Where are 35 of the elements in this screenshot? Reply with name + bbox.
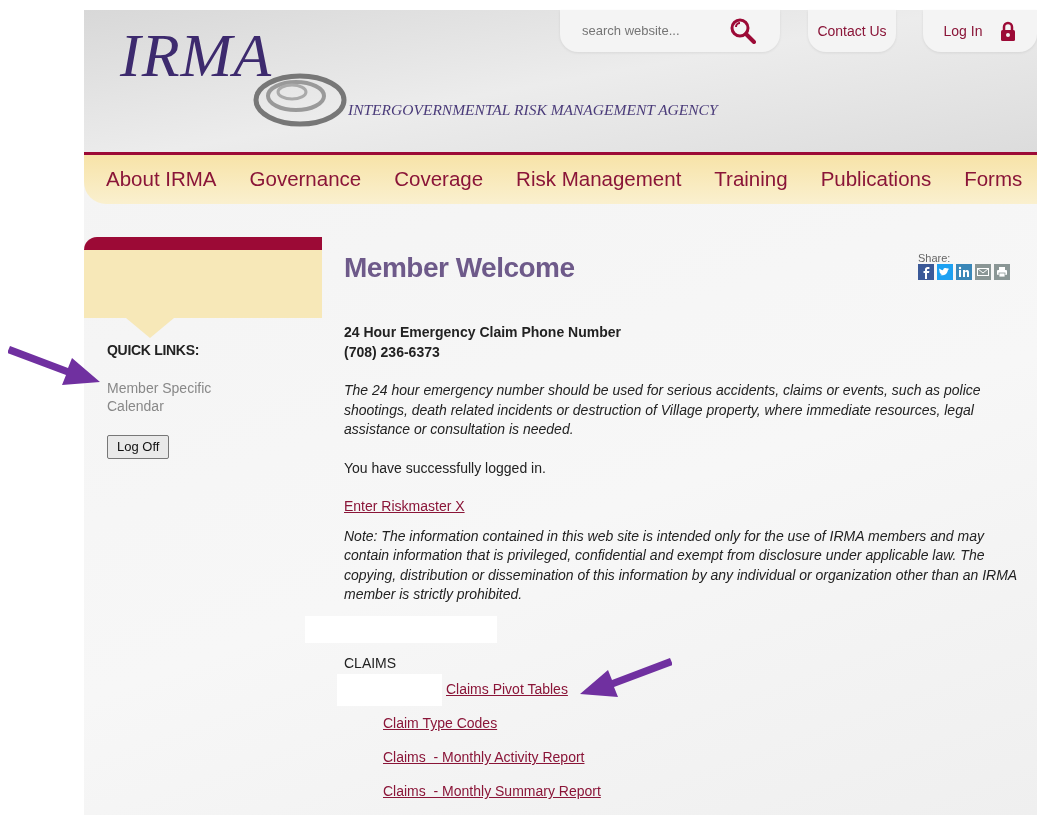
phone-number: (708) 236-6373 <box>344 342 441 362</box>
search-field[interactable]: search website... <box>580 20 730 42</box>
claims-link[interactable]: Claim Type Codes <box>383 714 498 734</box>
facebook-icon[interactable] <box>918 264 934 280</box>
disclaimer-note: Note: The information contained in this web site is intended only for the use of IRMA members and may contain information that is privileged, confidential and exempt from disclosure under applicable law. The copying, distribution or dissemination of this information by any individual or organization other than an IRMA member is strictly prohibited. <box>344 526 1018 604</box>
search-icon[interactable] <box>730 18 756 44</box>
sidebar-heading: QUICK LINKS: <box>107 341 201 360</box>
emergency-note: The 24 hour emergency number should be used for serious accidents, claims or events, such as police shootings, death related incidents or destruction of Village property, where immediate resources, legal assistance or consultation is needed. <box>344 381 982 439</box>
riskmaster-link[interactable]: Enter Riskmaster X <box>344 498 465 514</box>
print-icon[interactable] <box>994 264 1010 280</box>
emergency-heading: 24 Hour Emergency Claim Phone Number <box>344 323 622 342</box>
nav-link[interactable]: Training <box>714 164 788 195</box>
nav-link[interactable]: Coverage <box>394 164 484 195</box>
top-link[interactable]: Log In <box>923 10 1037 52</box>
claims-link[interactable]: Claims - Monthly Summary Report <box>383 782 601 802</box>
claims-heading: CLAIMS <box>344 653 398 673</box>
claims-link[interactable]: Claims - Monthly Activity Report <box>383 748 585 768</box>
nav-link[interactable]: Publications <box>820 164 932 195</box>
status-message: You have successfully logged in. <box>344 458 547 478</box>
nav-link[interactable]: Governance <box>249 164 362 195</box>
nav-link[interactable]: Forms <box>964 164 1023 195</box>
top-link[interactable]: Contact Us <box>808 10 896 52</box>
logo-subtitle: INTERGOVERNMENTAL RISK MANAGEMENT AGENCY <box>348 100 718 120</box>
log-off-button[interactable]: Log Off <box>107 435 170 459</box>
nav-link[interactable]: Risk Management <box>516 164 682 195</box>
linkedin-icon[interactable] <box>956 264 972 280</box>
nav-link[interactable]: About IRMA <box>106 164 217 195</box>
lock-icon <box>1000 21 1017 41</box>
logo-title: IRMA <box>120 24 273 86</box>
claims-link[interactable]: Claims Pivot Tables <box>446 680 568 700</box>
search-box[interactable]: search website... <box>560 10 780 52</box>
page-title: Member Welcome <box>344 251 575 285</box>
share-label: Share: <box>918 252 952 264</box>
email-icon[interactable] <box>975 264 991 280</box>
twitter-icon[interactable] <box>937 264 953 280</box>
